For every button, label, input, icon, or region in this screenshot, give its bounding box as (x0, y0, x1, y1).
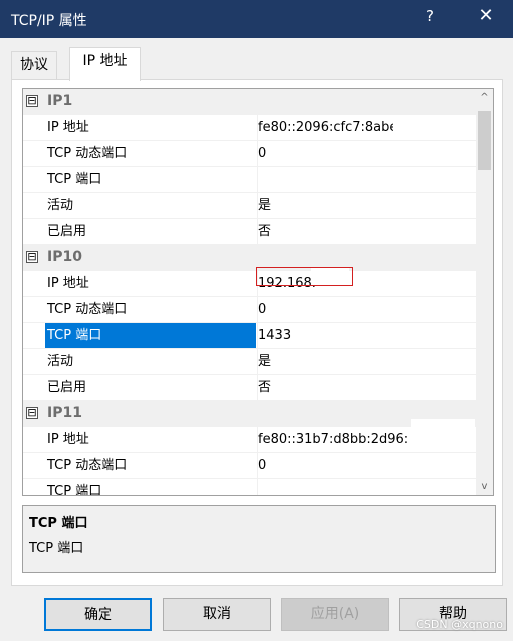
apply-button[interactable]: 应用(A) (281, 598, 389, 631)
property-name: IP 地址 (47, 276, 89, 291)
category-row[interactable]: ⊟ IP10 (23, 245, 476, 271)
property-name: TCP 端口 (45, 323, 256, 348)
scroll-up-icon[interactable]: ^ (476, 89, 493, 106)
property-name: 已启用 (47, 224, 87, 239)
property-rows: ⊟ IP1 IP 地址 fe80::2096:cfc7:8abe TCP 动态端口 0 TC… (23, 89, 476, 496)
watermark: CSDN @xqnono (416, 618, 503, 631)
description-pane: TCP 端口 TCP 端口 (22, 505, 496, 573)
property-row[interactable]: 活动 是 (23, 193, 476, 219)
property-value[interactable] (257, 167, 476, 192)
property-name: IP 地址 (47, 120, 89, 135)
collapse-toggle-icon[interactable]: ⊟ (26, 251, 38, 263)
property-row[interactable]: TCP 端口 (23, 167, 476, 193)
property-name: 已启用 (47, 380, 87, 395)
close-icon[interactable]: ✕ (470, 5, 502, 31)
property-row[interactable]: TCP 动态端口 0 (23, 453, 476, 479)
category-row[interactable]: ⊟ IP11 (23, 401, 476, 427)
cancel-button[interactable]: 取消 (163, 598, 271, 631)
category-label: IP1 (47, 93, 73, 109)
tab-panel: ⊟ IP1 IP 地址 fe80::2096:cfc7:8abe TCP 动态端口 0 TC… (11, 79, 503, 586)
property-value[interactable]: 是 (257, 349, 476, 374)
property-value[interactable]: 0 (257, 141, 476, 166)
collapse-toggle-icon[interactable]: ⊟ (26, 407, 38, 419)
description-title: TCP 端口 (29, 516, 88, 531)
property-row[interactable]: TCP 端口 (23, 479, 476, 496)
property-row[interactable]: IP 地址 192.168. (23, 271, 476, 297)
property-name: TCP 动态端口 (47, 146, 128, 161)
collapse-toggle-icon[interactable]: ⊟ (26, 95, 38, 107)
property-grid: ⊟ IP1 IP 地址 fe80::2096:cfc7:8abe TCP 动态端口 0 TC… (22, 88, 494, 496)
property-row[interactable]: TCP 动态端口 0 (23, 141, 476, 167)
ok-button[interactable]: 确定 (44, 598, 152, 631)
property-name: 活动 (47, 198, 74, 213)
category-label: IP10 (47, 249, 82, 265)
property-value[interactable]: 1433 (257, 323, 476, 348)
tab-strip: 协议 IP 地址 (11, 47, 501, 81)
property-value[interactable]: 否 (257, 219, 476, 244)
scroll-thumb[interactable] (478, 111, 491, 170)
title-bar: TCP/IP 属性 ? ✕ (0, 0, 513, 38)
property-value[interactable]: 0 (257, 297, 476, 322)
property-name: TCP 端口 (47, 172, 102, 187)
description-text: TCP 端口 (29, 541, 84, 556)
property-name: TCP 动态端口 (47, 458, 128, 473)
property-row[interactable]: IP 地址 fe80::31b7:d8bb:2d96: (23, 427, 476, 453)
property-row[interactable]: TCP 端口 1433 (23, 323, 476, 349)
category-label: IP11 (47, 405, 82, 421)
property-name: TCP 端口 (47, 484, 102, 496)
property-name: 活动 (47, 354, 74, 369)
property-value[interactable]: 否 (257, 375, 476, 400)
category-row[interactable]: ⊟ IP1 (23, 89, 476, 115)
property-row[interactable]: 已启用 否 (23, 375, 476, 401)
property-value[interactable] (257, 479, 476, 495)
redaction-mark (393, 119, 455, 135)
property-name: TCP 动态端口 (47, 302, 128, 317)
redaction-mark (311, 268, 349, 282)
vertical-scrollbar[interactable]: ^ v (476, 89, 493, 495)
redaction-mark (411, 419, 475, 435)
property-name: IP 地址 (47, 432, 89, 447)
scroll-down-icon[interactable]: v (476, 478, 493, 495)
property-row[interactable]: 活动 是 (23, 349, 476, 375)
tab-ip-address[interactable]: IP 地址 (69, 47, 141, 81)
help-icon[interactable]: ? (420, 7, 440, 29)
property-value[interactable]: 是 (257, 193, 476, 218)
property-value[interactable]: 0 (257, 453, 476, 478)
tab-protocol[interactable]: 协议 (11, 51, 57, 80)
property-row[interactable]: 已启用 否 (23, 219, 476, 245)
property-row[interactable]: TCP 动态端口 0 (23, 297, 476, 323)
window-title: TCP/IP 属性 (11, 13, 87, 29)
